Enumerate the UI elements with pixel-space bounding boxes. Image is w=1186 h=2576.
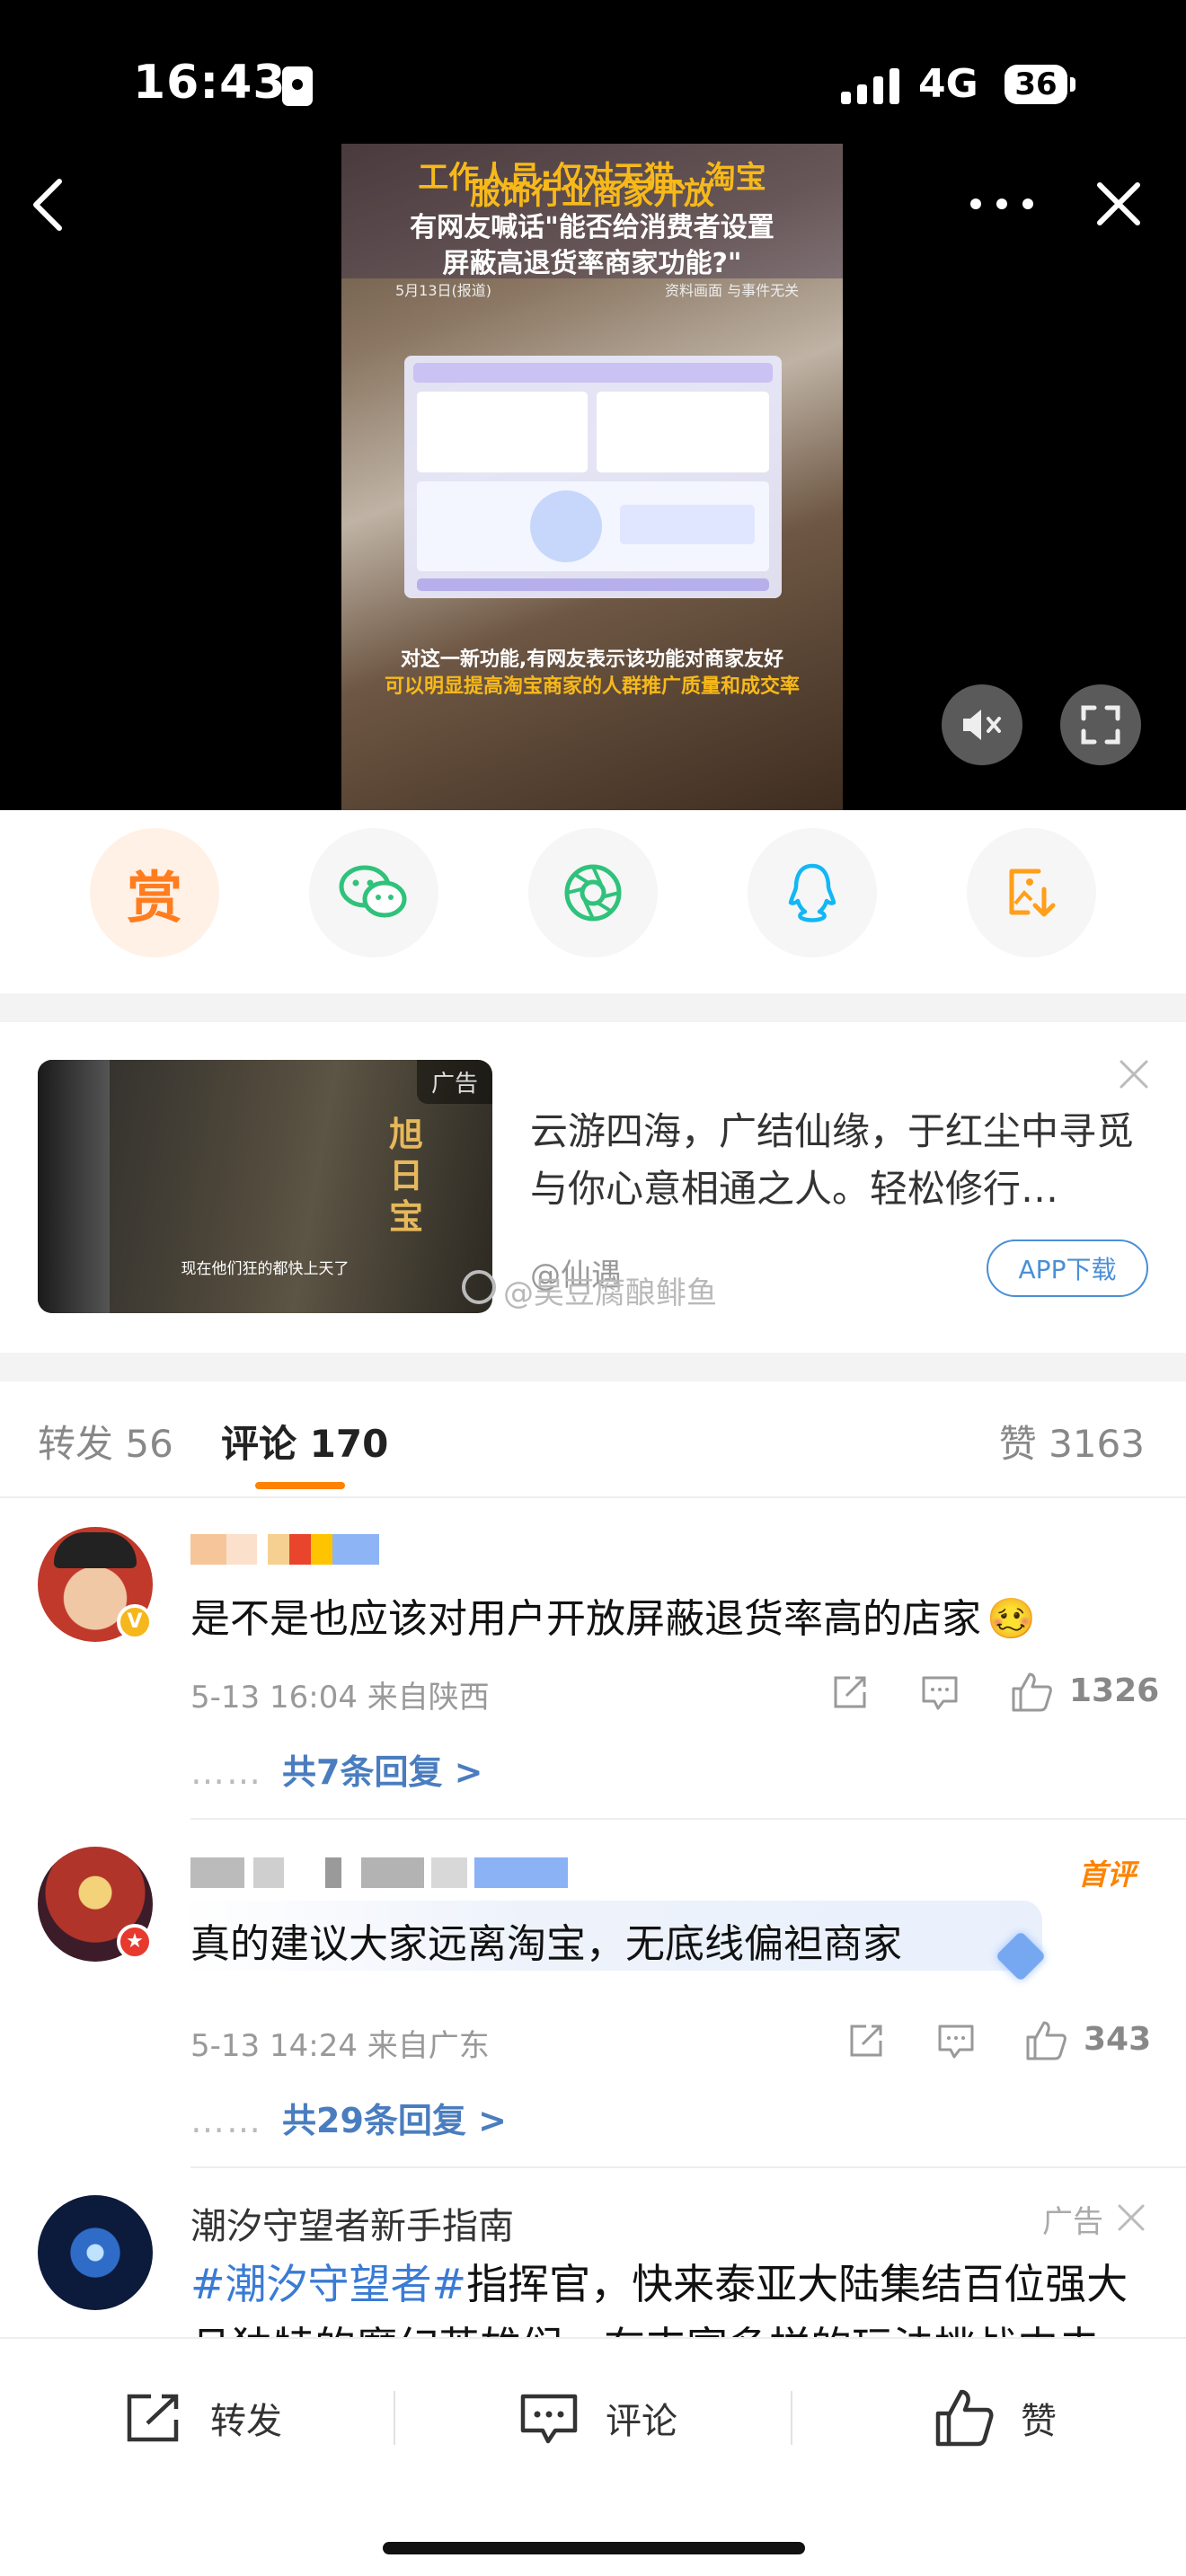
repost-label: 转发 [210, 2401, 282, 2442]
reward-label: 赏 [126, 865, 182, 931]
share-moments-button[interactable] [528, 828, 658, 957]
mute-icon [963, 710, 1001, 740]
more-icon[interactable] [970, 190, 1033, 217]
qq-icon [788, 863, 836, 922]
username-blurred[interactable] [190, 1534, 379, 1565]
comment-body: 是不是也应该对用户开放屏蔽退货率高的店家 [190, 1596, 981, 1642]
avatar[interactable] [38, 2195, 153, 2310]
share-wechat-button[interactable] [309, 828, 438, 957]
ad-comment-text[interactable]: #潮汐守望者#指挥官，快来泰亚大陆集结百位强大且独特的魔幻英雄们，在丰富多样的玩… [190, 2253, 1152, 2342]
repost-button[interactable]: 转发 [124, 2382, 282, 2454]
like-icon[interactable] [1010, 1671, 1053, 1714]
divider [190, 2166, 1186, 2168]
ad-tag: 广告 [416, 1060, 492, 1104]
comment-label: 评论 [606, 2401, 677, 2442]
back-icon[interactable] [29, 176, 68, 234]
comment-text: 是不是也应该对用户开放屏蔽退货率高的店家 🥴 [190, 1586, 1036, 1644]
fullscreen-button[interactable] [1060, 684, 1141, 765]
close-icon[interactable] [1116, 2202, 1146, 2233]
status-time: 16:43 [133, 56, 287, 110]
video-date: 5月13日(报道) [395, 282, 492, 299]
separator [394, 2391, 395, 2445]
view-replies-link[interactable]: …… 共7条回复 > [190, 1744, 483, 1794]
comment-meta: 5-13 14:24 来自广东 [190, 2028, 490, 2064]
ad-comment-tag: 广告 [1042, 2204, 1103, 2240]
video-caption-1: 对这一新功能,有网友表示该功能对商家友好 [400, 648, 784, 671]
ad-thumbnail[interactable]: 旭日宝 广告 现在他们狂的都快上天了 [38, 1060, 492, 1313]
first-comment-badge: 首评 [1078, 1857, 1137, 1892]
topic-link[interactable]: #潮汐守望者# [190, 2260, 466, 2308]
comment-button[interactable]: 评论 [519, 2382, 677, 2454]
replies-dots: …… [190, 1752, 262, 1792]
watermark: @吴豆腐酿鲱鱼 [503, 1275, 717, 1311]
like-icon[interactable] [1024, 2019, 1067, 2062]
repost-icon[interactable] [830, 1672, 870, 1712]
like-icon [935, 2389, 994, 2447]
repost-icon[interactable] [846, 2021, 886, 2060]
share-row: 赏 [0, 828, 1186, 963]
comment-icon [520, 2394, 578, 2444]
ad-thumb-logo: 旭日宝 [388, 1115, 423, 1237]
battery-tip [1070, 77, 1075, 92]
moments-icon [564, 864, 622, 922]
like-button[interactable]: 赞 [934, 2382, 1057, 2454]
close-icon[interactable] [1094, 180, 1143, 228]
tab-repost[interactable]: 转发 56 [38, 1414, 173, 1469]
comment-icon[interactable] [936, 2021, 976, 2060]
replies-label: 共29条回复 > [282, 2101, 507, 2140]
like-count: 343 [1084, 2021, 1152, 2058]
separator [791, 2391, 792, 2445]
share-qq-button[interactable] [748, 828, 877, 957]
save-image-button[interactable] [967, 828, 1096, 957]
comment-meta: 5-13 16:04 来自陕西 [190, 1680, 490, 1716]
save-image-icon [1009, 869, 1056, 917]
video-headline-3: 屏蔽高退货率商家功能?" [442, 248, 742, 279]
ad-text[interactable]: 云游四海，广结仙缘，于红尘中寻觅与你心意相通之人。轻松修行… [530, 1103, 1141, 1218]
replies-label: 共7条回复 > [282, 1752, 483, 1792]
video-headline-2: 有网友喊话"能否给消费者设置 [410, 212, 774, 243]
battery-icon: 36 [1005, 65, 1067, 104]
bottom-action-bar: 转发 评论 赞 [0, 2337, 1186, 2576]
divider [190, 1818, 1186, 1820]
wechat-icon [339, 865, 407, 918]
orientation-lock-icon [282, 66, 313, 106]
vip-badge-icon: ★ [117, 1924, 153, 1960]
app-download-button[interactable]: APP下载 [987, 1239, 1148, 1297]
replies-dots: …… [190, 2101, 262, 2140]
video-player[interactable]: 工作人员:仅对天猫、淘宝 服饰行业商家开放 有网友喊话"能否给消费者设置 屏蔽高… [341, 144, 843, 810]
verified-badge-icon: V [117, 1604, 153, 1640]
tab-active-indicator [255, 1482, 345, 1489]
tab-like[interactable]: 赞 3163 [999, 1414, 1145, 1469]
divider [0, 1496, 1186, 1498]
video-infographic [404, 356, 782, 598]
home-indicator[interactable] [383, 2542, 805, 2554]
mute-button[interactable] [942, 684, 1022, 765]
reward-button[interactable]: 赏 [90, 828, 219, 957]
fullscreen-icon [1081, 705, 1120, 745]
ad-comment-author[interactable]: 潮汐守望者新手指南 [190, 2197, 514, 2249]
section-divider [0, 1353, 1186, 1381]
like-label: 赞 [1021, 2401, 1057, 2442]
video-source: 资料画面 与事件无关 [665, 282, 800, 299]
username-blurred[interactable] [190, 1857, 568, 1888]
network-type: 4G [918, 61, 978, 107]
video-caption-2: 可以明显提高淘宝商家的人群推广质量和成交率 [384, 675, 800, 698]
comment-icon[interactable] [920, 1672, 960, 1712]
close-icon[interactable] [1118, 1058, 1150, 1090]
repost-icon [127, 2394, 179, 2442]
ad-thumb-subtitle: 现在他们狂的都快上天了 [181, 1260, 350, 1278]
woozy-emoji-icon: 🥴 [987, 1596, 1036, 1642]
tab-comment[interactable]: 评论 170 [221, 1414, 388, 1469]
like-count: 1326 [1069, 1672, 1160, 1709]
view-replies-link[interactable]: …… 共29条回复 > [190, 2093, 507, 2142]
section-divider [0, 993, 1186, 1022]
comment-text: 真的建议大家远离淘宝，无底线偏袒商家 [190, 1921, 902, 1967]
weibo-watermark-icon [462, 1270, 496, 1304]
signal-icon [841, 68, 900, 104]
